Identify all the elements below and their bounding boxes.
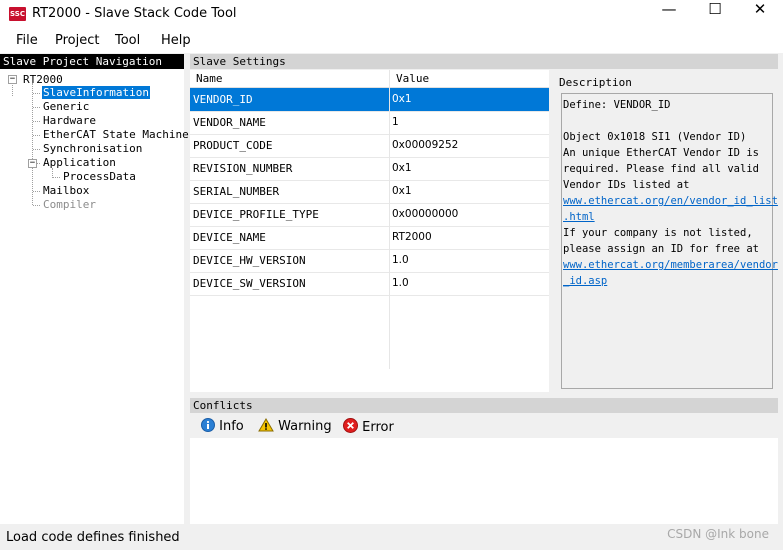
tree-line	[12, 83, 13, 96]
settings-row[interactable]: VENDOR_ID 0x1	[190, 88, 549, 112]
tree-line	[33, 205, 40, 206]
settings-row[interactable]: PRODUCT_CODE 0x00009252	[190, 134, 549, 158]
tree-item-ethercat-state-machine[interactable]: EtherCAT State Machine	[43, 128, 189, 141]
status-bar: Load code defines finished	[0, 528, 783, 550]
vendor-id-list-link[interactable]: www.ethercat.org/en/vendor_id_list	[563, 195, 778, 207]
app-icon: SSC	[9, 7, 26, 21]
description-label: Description	[559, 76, 632, 89]
tree-item-synchronisation[interactable]: Synchronisation	[43, 142, 142, 155]
tree-line	[33, 107, 40, 108]
tree-item-mailbox[interactable]: Mailbox	[43, 184, 89, 197]
tree-item-generic[interactable]: Generic	[43, 100, 89, 113]
description-blank	[563, 113, 772, 129]
minimize-button[interactable]: —	[646, 0, 692, 29]
error-filter-button[interactable]: Error	[343, 418, 394, 435]
grid-header: Name Value	[190, 70, 549, 88]
row-value[interactable]: 0x1	[392, 93, 412, 105]
description-line: An unique EtherCAT Vendor ID is	[563, 147, 759, 159]
info-filter-button[interactable]: Info	[201, 418, 244, 434]
navigation-header: Slave Project Navigation	[0, 54, 184, 69]
menu-help[interactable]: Help	[161, 33, 191, 48]
row-value[interactable]: 1.0	[392, 254, 409, 266]
column-name-header[interactable]: Name	[196, 72, 223, 85]
description-line: If your company is not listed,	[563, 227, 753, 239]
settings-row[interactable]: DEVICE_PROFILE_TYPE 0x00000000	[190, 203, 549, 227]
row-name: SERIAL_NUMBER	[193, 185, 280, 198]
description-box: Define: VENDOR_ID Object 0x1018 SI1 (Ven…	[561, 93, 778, 389]
description-line: required. Please find all valid	[563, 163, 759, 175]
conflicts-header: Conflicts	[190, 398, 778, 413]
warning-icon	[258, 418, 274, 432]
conflicts-toolbar: Info Warning Error	[190, 414, 778, 438]
collapse-application-icon[interactable]: −	[28, 159, 37, 168]
row-value[interactable]: RT2000	[392, 231, 432, 243]
warning-label: Warning	[278, 419, 332, 434]
row-name: PRODUCT_CODE	[193, 139, 273, 152]
column-divider[interactable]	[389, 70, 390, 369]
member-area-vendor-link[interactable]: www.ethercat.org/memberarea/vendor	[563, 259, 778, 271]
row-value[interactable]: 0x1	[392, 162, 412, 174]
tree-line	[33, 135, 40, 136]
settings-row[interactable]: DEVICE_NAME RT2000	[190, 226, 549, 250]
tree-line	[53, 177, 60, 178]
tree-line	[33, 121, 40, 122]
error-label: Error	[362, 420, 394, 435]
watermark: CSDN @Ink bone	[667, 527, 769, 541]
title-bar[interactable]: SSC RT2000 - Slave Stack Code Tool — ☐ ✕	[0, 0, 783, 29]
row-name: VENDOR_NAME	[193, 116, 266, 129]
vendor-id-list-link-cont[interactable]: .html	[563, 211, 595, 223]
tree-line	[37, 163, 40, 164]
settings-header: Slave Settings	[190, 54, 778, 69]
row-name: DEVICE_HW_VERSION	[193, 254, 306, 267]
tree-item-root[interactable]: RT2000	[23, 73, 63, 86]
menu-project[interactable]: Project	[55, 33, 99, 48]
row-name: REVISION_NUMBER	[193, 162, 293, 175]
tree-line	[32, 83, 33, 205]
menu-tool[interactable]: Tool	[115, 33, 140, 48]
error-icon	[343, 418, 358, 433]
row-value[interactable]: 1.0	[392, 277, 409, 289]
tree-item-process-data[interactable]: ProcessData	[63, 170, 136, 183]
tree-line	[33, 191, 40, 192]
tree-item-application[interactable]: Application	[43, 156, 116, 169]
tree-item-hardware[interactable]: Hardware	[43, 114, 96, 127]
settings-row[interactable]: DEVICE_HW_VERSION 1.0	[190, 249, 549, 273]
menu-bar: File Project Tool Help	[0, 29, 783, 53]
row-name: DEVICE_NAME	[193, 231, 266, 244]
settings-row[interactable]: SERIAL_NUMBER 0x1	[190, 180, 549, 204]
navigation-tree: − RT2000 SlaveInformation Generic Hardwa…	[0, 69, 189, 524]
close-button[interactable]: ✕	[737, 0, 783, 29]
collapse-root-icon[interactable]: −	[8, 75, 17, 84]
row-name: DEVICE_SW_VERSION	[193, 277, 306, 290]
row-value[interactable]: 1	[392, 116, 399, 128]
settings-grid: Name Value VENDOR_ID 0x1 VENDOR_NAME 1 P…	[190, 70, 549, 392]
settings-row[interactable]: VENDOR_NAME 1	[190, 111, 549, 135]
tree-line	[33, 149, 40, 150]
tree-line	[33, 93, 40, 94]
window-title: RT2000 - Slave Stack Code Tool	[32, 6, 237, 21]
status-text: Load code defines finished	[6, 530, 180, 545]
description-line: Vendor IDs listed at	[563, 179, 690, 191]
column-value-header[interactable]: Value	[396, 72, 429, 85]
info-icon	[201, 418, 215, 432]
warning-filter-button[interactable]: Warning	[258, 418, 332, 434]
row-name: VENDOR_ID	[193, 93, 253, 106]
description-define: Define: VENDOR_ID	[563, 99, 671, 111]
tree-item-slave-information[interactable]: SlaveInformation	[42, 86, 150, 99]
row-name: DEVICE_PROFILE_TYPE	[193, 208, 319, 221]
tree-item-compiler[interactable]: Compiler	[43, 198, 96, 211]
menu-file[interactable]: File	[16, 33, 38, 48]
settings-row[interactable]: DEVICE_SW_VERSION 1.0	[190, 272, 549, 296]
row-value[interactable]: 0x00000000	[392, 208, 458, 220]
conflicts-list[interactable]	[190, 438, 778, 524]
maximize-button[interactable]: ☐	[692, 0, 738, 29]
row-value[interactable]: 0x1	[392, 185, 412, 197]
member-area-vendor-link-cont[interactable]: _id.asp	[563, 275, 607, 287]
info-label: Info	[219, 419, 244, 434]
row-value[interactable]: 0x00009252	[392, 139, 458, 151]
description-line: please assign an ID for free at	[563, 243, 759, 255]
description-object: Object 0x1018 SI1 (Vendor ID)	[563, 131, 747, 143]
settings-row[interactable]: REVISION_NUMBER 0x1	[190, 157, 549, 181]
